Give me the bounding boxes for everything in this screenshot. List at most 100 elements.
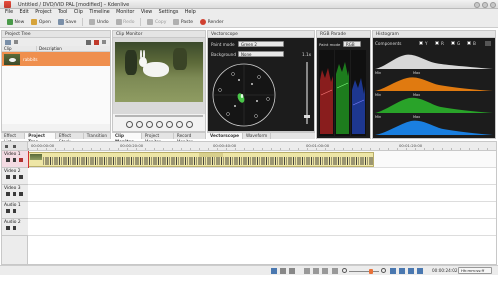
gain-slider-handle[interactable] [304, 115, 310, 118]
menu-monitor[interactable]: Monitor [116, 9, 134, 17]
menu-tool[interactable]: Tool [58, 9, 67, 17]
tool-select-icon[interactable] [271, 268, 277, 274]
markers-icon[interactable] [322, 268, 328, 274]
paste-button[interactable]: Paste [170, 18, 196, 27]
timeline-ruler[interactable]: 00:00:00:00 00:00:20:00 00:00:40:00 00:0… [28, 142, 496, 151]
view-mode-icon[interactable] [417, 268, 423, 274]
copy-button[interactable]: Copy [144, 18, 169, 27]
view-mode-icon[interactable] [399, 268, 405, 274]
menu-file[interactable]: File [5, 9, 13, 17]
track-lock-icon[interactable] [6, 226, 10, 230]
histogram-options-icon[interactable] [485, 41, 491, 46]
tab-record-monitor[interactable]: Record Monitor [174, 133, 206, 144]
track-lock-icon[interactable] [6, 192, 10, 196]
monitor-viewport[interactable] [113, 38, 205, 114]
zoom-slider[interactable] [349, 268, 379, 274]
timeline-clip[interactable] [28, 152, 374, 167]
track-lock-icon[interactable] [6, 175, 10, 179]
menu-clip[interactable]: Clip [74, 9, 83, 17]
dropdown-icon[interactable] [102, 40, 106, 44]
column-description[interactable]: Description [37, 46, 62, 51]
track-header-video-3[interactable]: Video 3 [2, 185, 28, 202]
open-button[interactable]: Open [28, 18, 54, 27]
checkbox-r[interactable] [435, 41, 439, 45]
zoom-out-icon[interactable] [342, 268, 347, 273]
tool-spacer-icon[interactable] [289, 268, 295, 274]
checkbox-g[interactable] [451, 41, 455, 45]
track-mute-icon[interactable] [12, 226, 16, 230]
forward-icon[interactable] [165, 120, 173, 128]
track-mute-icon[interactable] [12, 209, 16, 213]
new-button[interactable]: New [4, 18, 27, 27]
track-lane-audio-2[interactable] [28, 219, 496, 236]
tab-effect-stack[interactable]: Effect Stack [56, 133, 84, 144]
track-lock-icon[interactable] [6, 158, 10, 162]
delete-clip-icon[interactable] [94, 39, 99, 45]
clip-row-selected[interactable]: rabbits [2, 52, 110, 66]
playhead[interactable] [28, 151, 29, 168]
rewind-icon[interactable] [125, 120, 133, 128]
minimize-icon[interactable] [474, 1, 480, 8]
tab-vectorscope[interactable]: Vectorscope [207, 133, 243, 139]
checkbox-b[interactable] [467, 41, 471, 45]
close-icon[interactable] [490, 1, 496, 8]
view-mode-icon[interactable] [390, 268, 396, 274]
set-zone-icon[interactable] [175, 120, 183, 128]
track-lock-icon[interactable] [6, 209, 10, 213]
view-mode-icon[interactable] [408, 268, 414, 274]
undo-button[interactable]: Undo [86, 18, 111, 27]
rgb-paint-mode-select[interactable]: RGB [343, 41, 361, 47]
snap-toggle-icon[interactable] [332, 268, 338, 274]
gain-slider[interactable] [304, 62, 310, 124]
track-hide-icon[interactable] [12, 158, 16, 162]
paint-mode-select[interactable]: Green 2 [238, 41, 284, 47]
track-header-video-2[interactable]: Video 2 [2, 168, 28, 185]
menu-help[interactable]: Help [185, 9, 196, 17]
track-lane-audio-1[interactable] [28, 202, 496, 219]
dropdown-icon[interactable] [14, 40, 18, 44]
monitor-timebar[interactable] [115, 115, 203, 117]
menu-edit[interactable]: Edit [19, 9, 28, 17]
track-lane-video-2[interactable] [28, 168, 496, 185]
add-clip-icon[interactable] [5, 39, 11, 45]
maximize-icon[interactable] [482, 1, 488, 8]
background-select[interactable]: None [238, 51, 284, 57]
render-button[interactable]: Render [197, 18, 227, 27]
snap-icon[interactable] [13, 145, 16, 148]
menu-view[interactable]: View [141, 9, 152, 17]
track-header-audio-2[interactable]: Audio 2 [2, 219, 28, 236]
checkbox-y[interactable] [419, 41, 423, 45]
loop-zone-icon[interactable] [185, 120, 193, 128]
tab-project-monitor[interactable]: Project Monitor [142, 133, 174, 144]
track-mute-icon[interactable] [19, 158, 23, 162]
tab-waveform[interactable]: Waveform [243, 133, 272, 139]
menu-project[interactable]: Project [35, 9, 51, 17]
edit-clip-icon[interactable] [86, 39, 91, 45]
time-format-select[interactable]: Hh:mm:ss:ff [458, 267, 492, 274]
track-header-audio-1[interactable]: Audio 1 [2, 202, 28, 219]
zoom-in-icon[interactable] [381, 268, 386, 273]
track-lane-video-1[interactable] [28, 151, 496, 168]
waveform-icon[interactable] [313, 268, 319, 274]
tab-project-tree[interactable]: Project Tree [25, 133, 56, 144]
track-mute-icon[interactable] [19, 192, 23, 196]
track-hide-icon[interactable] [12, 192, 16, 196]
tab-effect-list[interactable]: Effect List [1, 133, 26, 144]
play-icon[interactable] [145, 120, 153, 128]
tool-razor-icon[interactable] [280, 268, 286, 274]
track-header-video-1[interactable]: Video 1 [2, 151, 28, 168]
tab-transition[interactable]: Transition [84, 133, 111, 139]
track-hide-icon[interactable] [12, 175, 16, 179]
zoom-slider-handle[interactable] [369, 268, 373, 274]
thumbnails-icon[interactable] [304, 268, 310, 274]
track-lane-video-3[interactable] [28, 185, 496, 202]
redo-button[interactable]: Redo [113, 18, 138, 27]
save-button[interactable]: Save [55, 18, 80, 27]
menu-timeline[interactable]: Timeline [89, 9, 109, 17]
menu-settings[interactable]: Settings [159, 9, 179, 17]
tab-clip-monitor[interactable]: Clip Monitor [112, 133, 142, 144]
split-audio-icon[interactable] [5, 145, 8, 148]
track-mute-icon[interactable] [19, 175, 23, 179]
previous-frame-icon[interactable] [135, 120, 143, 128]
column-clip[interactable]: Clip [2, 46, 37, 51]
